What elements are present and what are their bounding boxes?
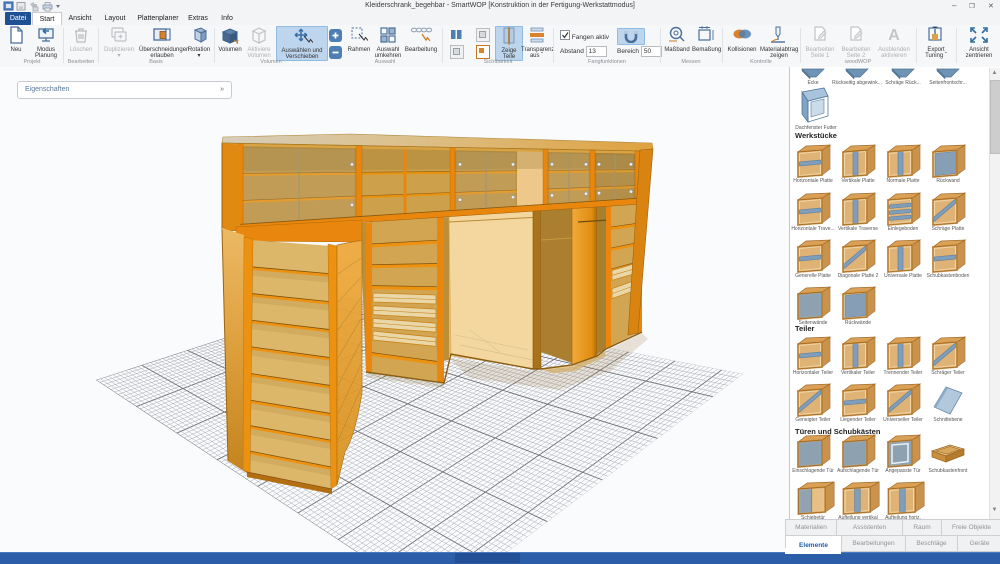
svg-text:Vertikaler Teiler: Vertikaler Teiler	[841, 370, 875, 376]
svg-text:Schnittebene: Schnittebene	[933, 417, 962, 423]
svg-text:Schräger Teiler: Schräger Teiler	[931, 370, 965, 376]
svg-text:Werkstücke: Werkstücke	[795, 131, 837, 140]
svg-text:Horizontale Trave...: Horizontale Trave...	[791, 226, 834, 232]
svg-text:Universeller Teiler: Universeller Teiler	[883, 417, 923, 423]
svg-text:Schubkastenboden: Schubkastenboden	[927, 273, 970, 279]
svg-text:Trennender Teiler: Trennender Teiler	[884, 370, 923, 376]
svg-text:Rückwände: Rückwände	[845, 320, 871, 326]
svg-text:Schubkastenfront: Schubkastenfront	[929, 468, 969, 474]
svg-text:Einschlagende Tür: Einschlagende Tür	[792, 468, 834, 474]
svg-text:Vertikale Traverse: Vertikale Traverse	[838, 226, 878, 232]
svg-text:Liegender Teiler: Liegender Teiler	[840, 417, 876, 423]
svg-text:Diagonale Platte 2: Diagonale Platte 2	[838, 273, 879, 279]
svg-text:Horizontale Platte: Horizontale Platte	[793, 178, 833, 184]
svg-text:Türen und Schubkästen: Türen und Schubkästen	[795, 427, 881, 436]
svg-text:Horizontaler Teiler: Horizontaler Teiler	[793, 370, 834, 376]
svg-text:Aufschlagende Tür: Aufschlagende Tür	[837, 468, 879, 474]
svg-text:Rückwand: Rückwand	[936, 178, 960, 184]
svg-text:Ecke: Ecke	[807, 80, 818, 86]
svg-text:Generelle Platte: Generelle Platte	[795, 273, 831, 279]
svg-text:Seitenfrontschr...: Seitenfrontschr...	[929, 80, 967, 86]
svg-text:Geneigter Teiler: Geneigter Teiler	[795, 417, 831, 423]
svg-text:Schräge Rück...: Schräge Rück...	[885, 80, 921, 86]
svg-text:Universale Platte: Universale Platte	[884, 273, 922, 279]
svg-text:Rückseitig abgewink...: Rückseitig abgewink...	[832, 80, 882, 86]
svg-text:A: A	[888, 27, 900, 44]
svg-text:Teiler: Teiler	[795, 324, 815, 333]
svg-text:Normale Platte: Normale Platte	[886, 178, 919, 184]
svg-text:Angepasste Tür: Angepasste Tür	[885, 468, 921, 474]
svg-text:Vertikale Platte: Vertikale Platte	[841, 178, 875, 184]
svg-text:Schräge Platte: Schräge Platte	[932, 226, 965, 232]
svg-text:Einlegeboden: Einlegeboden	[888, 226, 919, 232]
